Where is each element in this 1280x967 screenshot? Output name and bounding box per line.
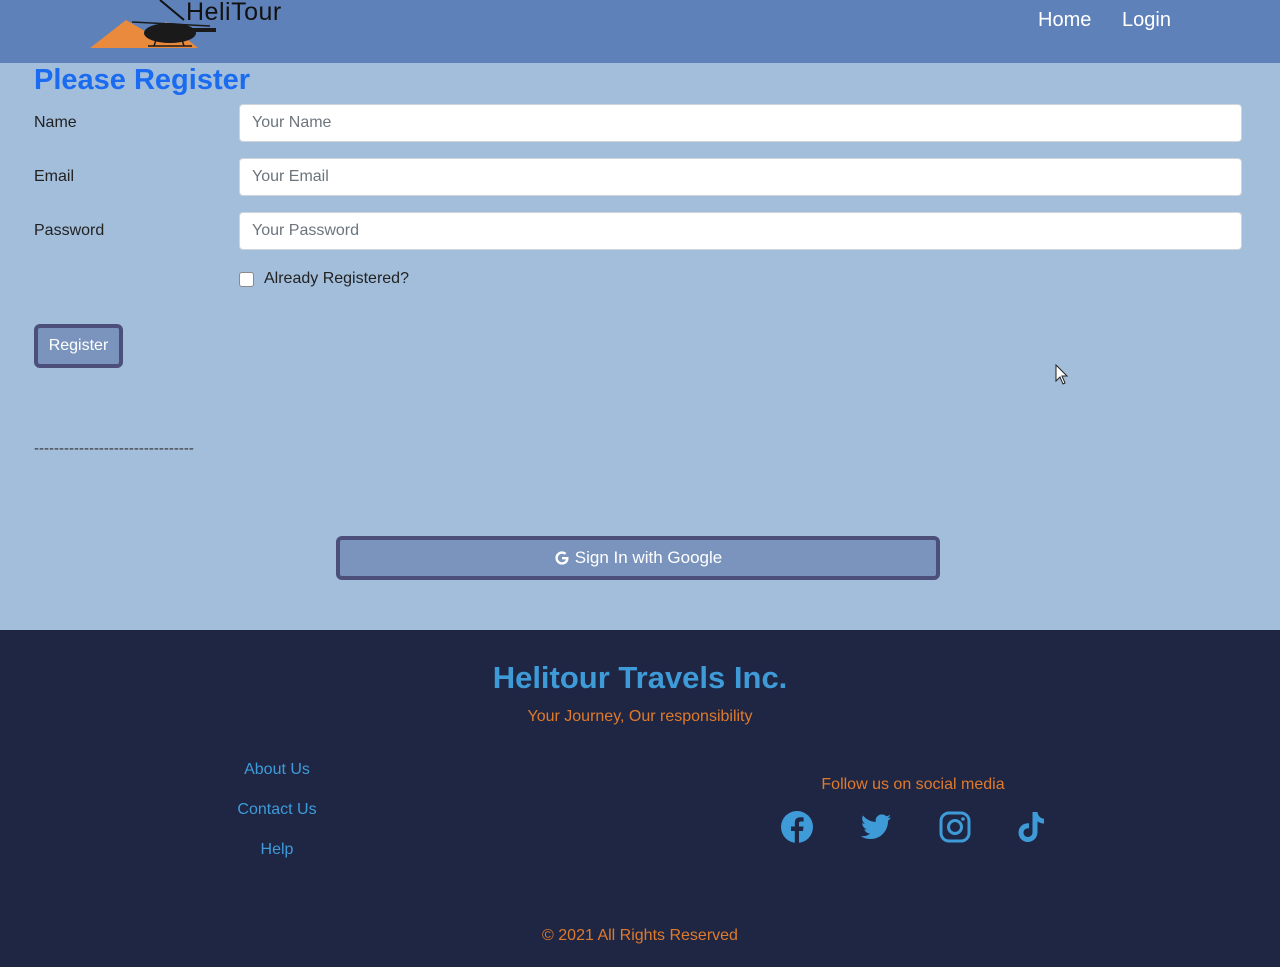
copyright-text: © 2021 All Rights Reserved <box>542 927 738 944</box>
already-registered-row: Already Registered? <box>239 270 409 288</box>
google-sign-in-button[interactable]: Sign In with Google <box>336 536 940 580</box>
email-input[interactable] <box>239 158 1242 196</box>
google-icon <box>555 551 569 565</box>
footer-link-contact-us[interactable]: Contact Us <box>177 801 377 819</box>
register-button[interactable]: Register <box>34 324 123 368</box>
page-title: Please Register <box>34 64 251 96</box>
tiktok-icon[interactable] <box>1014 810 1048 844</box>
instagram-icon[interactable] <box>938 810 972 844</box>
mouse-cursor-icon <box>1055 364 1069 385</box>
email-label: Email <box>34 168 75 185</box>
footer-link-help[interactable]: Help <box>177 841 377 859</box>
twitter-icon[interactable] <box>859 810 893 844</box>
nav-home-link[interactable]: Home <box>1038 9 1091 32</box>
social-media-heading: Follow us on social media <box>821 776 1005 793</box>
navbar: HeliTour Home Login <box>0 0 1280 63</box>
footer-company-name: Helitour Travels Inc. <box>492 660 788 695</box>
footer: Helitour Travels Inc. Your Journey, Our … <box>0 630 1280 967</box>
footer-tagline: Your Journey, Our responsibility <box>527 708 753 725</box>
google-button-label: Sign In with Google <box>574 548 723 567</box>
helitour-logo[interactable]: HeliTour <box>88 0 298 52</box>
password-input[interactable] <box>239 212 1242 250</box>
nav-login-link[interactable]: Login <box>1122 9 1171 32</box>
already-registered-label: Already Registered? <box>264 270 409 287</box>
password-label: Password <box>34 222 105 239</box>
name-label: Name <box>34 114 77 131</box>
name-input[interactable] <box>239 104 1242 142</box>
separator-line: -------------------------------- <box>34 440 194 457</box>
already-registered-checkbox[interactable] <box>239 271 254 287</box>
logo-text: HeliTour <box>186 0 282 26</box>
footer-link-about-us[interactable]: About Us <box>177 761 377 779</box>
facebook-icon[interactable] <box>780 810 814 844</box>
